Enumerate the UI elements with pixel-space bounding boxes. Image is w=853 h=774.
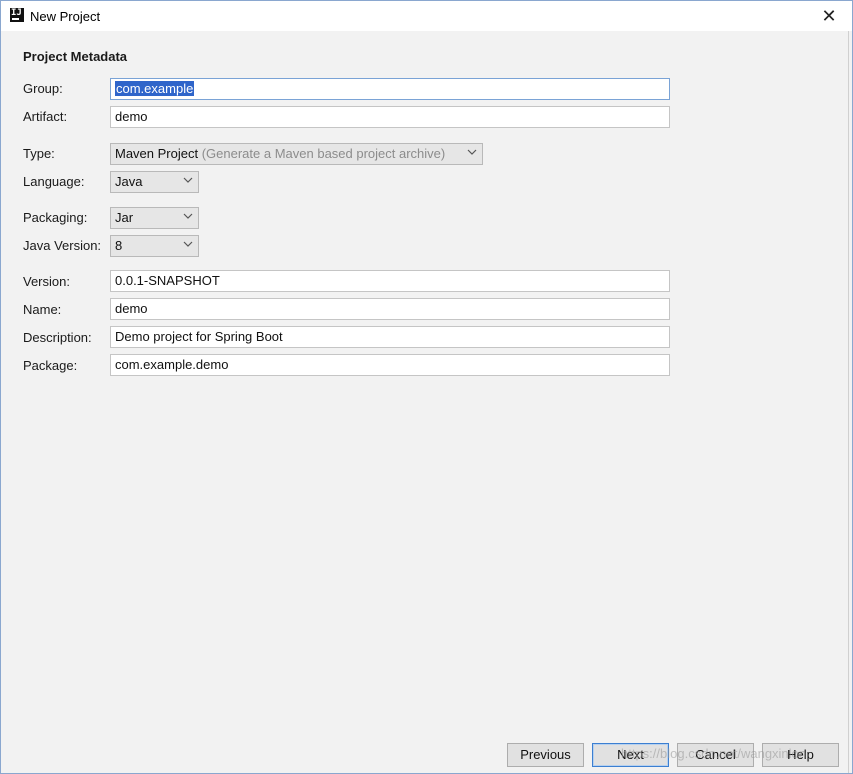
chevron-down-icon <box>183 213 193 219</box>
next-button[interactable]: Next <box>592 743 669 767</box>
help-button[interactable]: Help <box>762 743 839 767</box>
chevron-down-icon <box>467 149 477 155</box>
description-label: Description: <box>23 330 92 345</box>
java-version-select[interactable]: 8 <box>110 235 199 257</box>
previous-button[interactable]: Previous <box>507 743 584 767</box>
package-label: Package: <box>23 358 78 373</box>
language-value: Java <box>115 174 143 189</box>
java-version-label: Java Version: <box>23 238 102 253</box>
version-label: Version: <box>23 274 70 289</box>
group-label: Group: <box>23 81 63 96</box>
chevron-down-icon <box>183 241 193 247</box>
version-field[interactable]: 0.0.1-SNAPSHOT <box>110 270 670 292</box>
section-title: Project Metadata <box>23 49 128 64</box>
packaging-value: Jar <box>115 210 134 225</box>
group-selected-text: com.example <box>115 81 195 96</box>
intellij-app-icon: IJ <box>10 8 24 22</box>
packaging-label: Packaging: <box>23 210 88 225</box>
description-field[interactable]: Demo project for Spring Boot <box>110 326 670 348</box>
close-icon: ✕ <box>821 5 837 26</box>
language-label: Language: <box>23 174 85 189</box>
type-label: Type: <box>23 146 55 161</box>
cancel-button[interactable]: Cancel <box>677 743 754 767</box>
chevron-down-icon <box>183 177 193 183</box>
packaging-select[interactable]: Jar <box>110 207 199 229</box>
package-field[interactable]: com.example.demo <box>110 354 670 376</box>
group-field[interactable]: com.example <box>110 78 670 100</box>
name-field[interactable]: demo <box>110 298 670 320</box>
artifact-label: Artifact: <box>23 109 68 124</box>
new-project-dialog: IJ New Project ✕ Project Metadata Group:… <box>0 0 853 774</box>
type-hint: (Generate a Maven based project archive) <box>201 146 446 161</box>
language-select[interactable]: Java <box>110 171 199 193</box>
title-bar: IJ New Project ✕ <box>1 1 852 31</box>
name-label: Name: <box>23 302 62 317</box>
close-button[interactable]: ✕ <box>806 1 852 31</box>
type-value: Maven Project <box>115 146 199 161</box>
window-title: New Project <box>30 9 101 24</box>
type-select[interactable]: Maven Project (Generate a Maven based pr… <box>110 143 483 165</box>
java-version-value: 8 <box>115 238 123 253</box>
right-edge-divider <box>848 31 849 773</box>
artifact-field[interactable]: demo <box>110 106 670 128</box>
